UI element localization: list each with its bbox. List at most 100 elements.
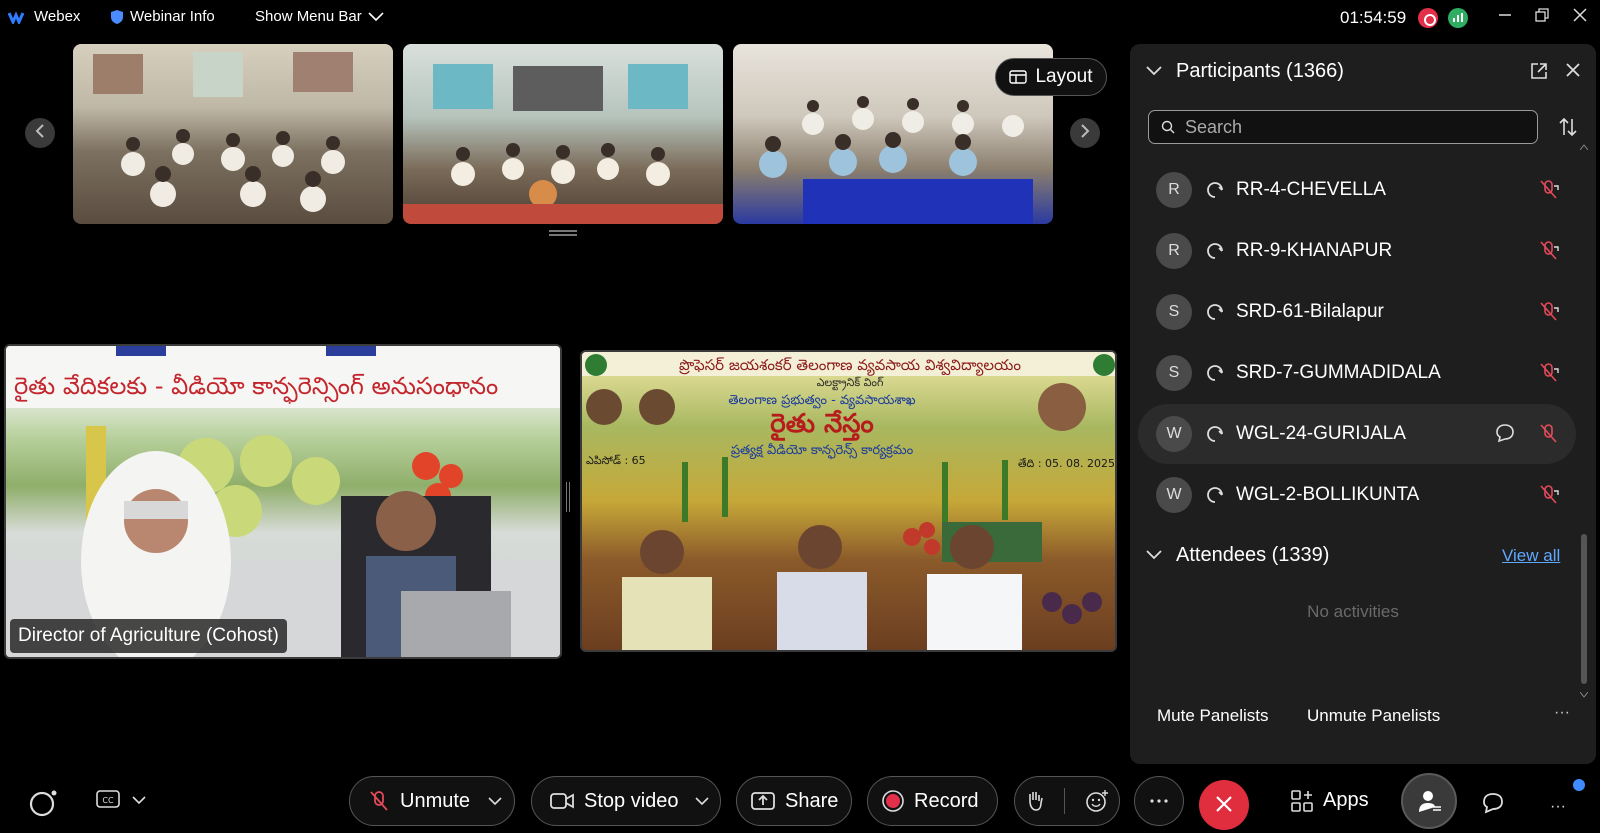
more-options-button[interactable]: [1134, 776, 1184, 826]
reactions-group: [1014, 776, 1120, 826]
muted-mic-icon[interactable]: [1538, 422, 1560, 446]
toolbar-more-button[interactable]: ···: [1550, 798, 1566, 816]
raise-hand-icon[interactable]: [1025, 789, 1045, 813]
strip-prev-button[interactable]: [25, 118, 55, 148]
video-thumbnail[interactable]: [403, 44, 723, 224]
sort-icon[interactable]: [1558, 117, 1578, 137]
chevron-down-icon[interactable]: [488, 797, 502, 805]
captions-button[interactable]: CC: [96, 790, 146, 810]
leave-meeting-button[interactable]: [1199, 780, 1249, 830]
record-label: Record: [914, 789, 979, 812]
webinar-info-button[interactable]: Webinar Info: [110, 8, 215, 25]
pop-out-icon[interactable]: [1530, 62, 1548, 80]
unmute-panelists-button[interactable]: Unmute Panelists: [1307, 706, 1440, 726]
avatar: W: [1156, 416, 1192, 452]
ai-assistant-icon[interactable]: [28, 788, 58, 818]
webex-app-menu[interactable]: Webex: [8, 8, 80, 25]
muted-mic-icon[interactable]: [1538, 239, 1560, 263]
unmute-button[interactable]: Unmute: [349, 776, 515, 826]
video-tile-rythu-nestham[interactable]: ప్రొఫెసర్ జయశంకర్ తెలంగాణ వ్యవసాయ విశ్వవ…: [580, 350, 1117, 652]
collapse-chevron-icon[interactable]: [1146, 66, 1162, 76]
close-panel-icon[interactable]: [1565, 62, 1581, 78]
record-button[interactable]: Record: [867, 776, 998, 826]
muted-mic-icon[interactable]: [1538, 300, 1560, 324]
phone-connection-icon: [1207, 487, 1223, 503]
chevron-right-icon: [1081, 124, 1090, 138]
participant-row[interactable]: R RR-9-KHANAPUR: [1138, 221, 1576, 281]
minimize-button[interactable]: [1491, 4, 1519, 32]
participants-icon: [1419, 791, 1441, 812]
show-menu-bar-button[interactable]: Show Menu Bar: [255, 8, 384, 25]
phone-connection-icon: [1207, 304, 1223, 320]
muted-mic-icon[interactable]: [1538, 483, 1560, 507]
participant-row[interactable]: W WGL-24-GURIJALA: [1138, 404, 1576, 464]
phone-connection-icon: [1207, 182, 1223, 198]
notification-dot: [1573, 779, 1585, 791]
director-video-image: రైతు వేదికలకు - వీడియో కాన్ఫరెన్సింగ్ అన…: [6, 346, 560, 657]
chevron-left-icon: [35, 124, 44, 138]
classroom-video-image: [93, 52, 353, 212]
stop-video-label: Stop video: [584, 789, 679, 812]
app-name: Webex: [34, 8, 81, 25]
muted-mic-icon[interactable]: [1538, 178, 1560, 202]
view-all-link[interactable]: View all: [1502, 546, 1560, 566]
close-icon: [1216, 796, 1232, 812]
participant-name-tag: Director of Agriculture (Cohost): [10, 619, 287, 653]
strip-resize-handle[interactable]: [549, 230, 577, 236]
network-health-icon[interactable]: [1448, 8, 1468, 28]
participant-name: SRD-7-GUMMADIDALA: [1236, 362, 1441, 383]
emoji-reaction-icon[interactable]: [1085, 789, 1109, 813]
layout-label: Layout: [1035, 66, 1093, 87]
meeting-timer: 01:54:59: [1340, 8, 1407, 27]
chevron-down-icon[interactable]: [694, 797, 709, 805]
video-tile-director[interactable]: రైతు వేదికలకు - వీడియో కాన్ఫరెన్సింగ్ అన…: [4, 344, 562, 659]
muted-mic-icon[interactable]: [1538, 361, 1560, 385]
banner-wing: ఎలక్ట్రానిక్ వింగ్: [817, 376, 884, 391]
split-resize-handle[interactable]: [566, 482, 570, 512]
shield-icon: [111, 9, 123, 24]
chat-icon[interactable]: [1481, 791, 1505, 815]
restore-button[interactable]: [1528, 4, 1556, 32]
avatar: S: [1156, 355, 1192, 391]
scrollbar-thumb[interactable]: [1581, 534, 1587, 684]
show-menu-bar-label: Show Menu Bar: [255, 8, 362, 25]
participant-name: RR-4-CHEVELLA: [1236, 179, 1386, 200]
classroom-video-image: [403, 64, 723, 224]
program-subtitle: ప్రత్యక్ష వీడియో కాన్ఫరెన్స్ కార్యక్రమం: [730, 443, 914, 460]
participant-row[interactable]: W WGL-2-BOLLIKUNTA: [1138, 465, 1576, 525]
chat-icon[interactable]: [1494, 422, 1516, 444]
layout-button[interactable]: Layout: [995, 58, 1107, 96]
mute-panelists-button[interactable]: Mute Panelists: [1157, 706, 1269, 726]
participant-row[interactable]: R RR-4-CHEVELLA: [1138, 160, 1576, 220]
attendees-chevron-icon[interactable]: [1146, 550, 1162, 560]
scroll-down-icon[interactable]: [1580, 692, 1588, 698]
record-icon: [882, 790, 904, 812]
stop-video-button[interactable]: Stop video: [531, 776, 721, 826]
share-button[interactable]: Share: [736, 776, 852, 826]
phone-connection-icon: [1207, 426, 1223, 442]
apps-button[interactable]: Apps: [1291, 789, 1369, 812]
share-icon: [751, 792, 775, 810]
participant-row[interactable]: S SRD-61-Bilalapur: [1138, 282, 1576, 342]
program-title: రైతు నేస్తం: [770, 409, 873, 441]
banner-university: ప్రొఫెసర్ జయశంకర్ తెలంగాణ వ్యవసాయ విశ్వవ…: [679, 356, 1022, 376]
panel-scrollbar[interactable]: [1580, 144, 1588, 704]
strip-next-button[interactable]: [1070, 118, 1100, 148]
ellipsis-icon: [1150, 799, 1168, 803]
title-bar: Webex Webinar Info Show Menu Bar 01:54:5…: [0, 0, 1600, 38]
participants-button[interactable]: [1401, 773, 1457, 829]
participant-row[interactable]: S SRD-7-GUMMADIDALA: [1138, 343, 1576, 403]
recording-indicator-icon[interactable]: [1418, 8, 1438, 28]
panel-more-button[interactable]: ···: [1554, 704, 1570, 722]
attendees-title: Attendees (1339): [1176, 544, 1330, 566]
scroll-up-icon[interactable]: [1580, 144, 1588, 150]
chevron-down-icon: [132, 796, 146, 804]
video-thumbnail[interactable]: [73, 44, 393, 224]
close-window-button[interactable]: [1566, 4, 1594, 32]
search-input[interactable]: Search: [1148, 110, 1538, 144]
close-icon: [1573, 8, 1587, 22]
rythu-nestham-video-image: ప్రొఫెసర్ జయశంకర్ తెలంగాణ వ్యవసాయ విశ్వవ…: [582, 352, 1115, 650]
closed-captions-icon: CC: [96, 790, 120, 808]
apps-label: Apps: [1323, 789, 1369, 811]
webex-logo-icon: [8, 10, 25, 24]
